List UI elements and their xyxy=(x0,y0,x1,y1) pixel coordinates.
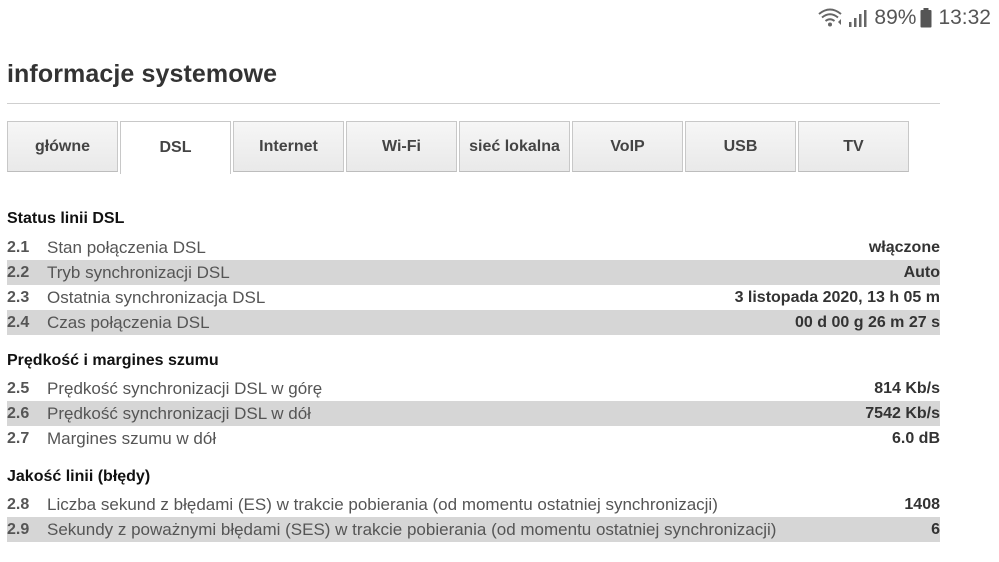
battery-percent: 89% xyxy=(874,6,917,29)
row-number: 2.3 xyxy=(7,288,30,306)
row-value: 814 Kb/s xyxy=(874,379,940,397)
row-value: 7542 Kb/s xyxy=(865,404,940,422)
tab-internet[interactable]: Internet xyxy=(233,121,344,172)
tab-bar: główne DSL Internet Wi-Fi sieć lokalna V… xyxy=(7,121,911,174)
signal-icon xyxy=(848,8,868,28)
tab-voip[interactable]: VoIP xyxy=(572,121,683,172)
status-bar: 89% 13:32 xyxy=(818,4,991,32)
info-row: 2.4 Czas połączenia DSL 00 d 00 g 26 m 2… xyxy=(7,310,940,335)
info-row: 2.2 Tryb synchronizacji DSL Auto xyxy=(7,260,940,285)
tab-main[interactable]: główne xyxy=(7,121,118,172)
row-value: Auto xyxy=(903,263,940,281)
row-label: Czas połączenia DSL xyxy=(47,312,210,332)
wifi-icon xyxy=(818,8,844,28)
row-label: Ostatnia synchronizacja DSL xyxy=(47,287,266,307)
row-number: 2.9 xyxy=(7,520,30,538)
row-value: 3 listopada 2020, 13 h 05 m xyxy=(734,288,940,306)
tab-dsl[interactable]: DSL xyxy=(120,121,231,174)
section-heading-speed-noise: Prędkość i margines szumu xyxy=(7,352,219,369)
info-row: 2.6 Prędkość synchronizacji DSL w dół 75… xyxy=(7,401,940,426)
battery-icon xyxy=(920,8,932,28)
row-label: Prędkość synchronizacji DSL w górę xyxy=(47,378,323,398)
row-number: 2.6 xyxy=(7,404,30,422)
row-value: 00 d 00 g 26 m 27 s xyxy=(795,313,940,331)
row-number: 2.8 xyxy=(7,495,30,513)
row-number: 2.4 xyxy=(7,313,30,331)
tab-tv[interactable]: TV xyxy=(798,121,909,172)
row-value: 6 xyxy=(931,520,940,538)
row-label: Margines szumu w dół xyxy=(47,428,217,448)
info-row: 2.3 Ostatnia synchronizacja DSL 3 listop… xyxy=(7,285,940,310)
row-number: 2.7 xyxy=(7,429,30,447)
page-title: informacje systemowe xyxy=(7,60,278,88)
info-row: 2.9 Sekundy z poważnymi błędami (SES) w … xyxy=(7,517,940,542)
title-divider xyxy=(7,103,940,104)
row-value: 1408 xyxy=(904,495,940,513)
row-label: Prędkość synchronizacji DSL w dół xyxy=(47,403,311,423)
tab-wifi[interactable]: Wi-Fi xyxy=(346,121,457,172)
tab-local-network[interactable]: sieć lokalna xyxy=(459,121,570,172)
row-value: włączone xyxy=(868,238,940,256)
clock: 13:32 xyxy=(938,6,991,29)
row-label: Liczba sekund z błędami (ES) w trakcie p… xyxy=(47,494,718,514)
row-label: Stan połączenia DSL xyxy=(47,237,206,257)
row-number: 2.2 xyxy=(7,263,30,281)
section-heading-dsl-status: Status linii DSL xyxy=(7,210,125,227)
row-label: Sekundy z poważnymi błędami (SES) w trak… xyxy=(47,519,777,539)
info-row: 2.1 Stan połączenia DSL włączone xyxy=(7,235,940,260)
row-number: 2.1 xyxy=(7,238,30,256)
info-row: 2.8 Liczba sekund z błędami (ES) w trakc… xyxy=(7,492,940,517)
row-label: Tryb synchronizacji DSL xyxy=(47,262,230,282)
row-value: 6.0 dB xyxy=(891,429,940,447)
section-heading-line-quality: Jakość linii (błędy) xyxy=(7,468,151,485)
tab-usb[interactable]: USB xyxy=(685,121,796,172)
info-row: 2.7 Margines szumu w dół 6.0 dB xyxy=(7,426,940,451)
info-row: 2.5 Prędkość synchronizacji DSL w górę 8… xyxy=(7,376,940,401)
row-number: 2.5 xyxy=(7,379,30,397)
